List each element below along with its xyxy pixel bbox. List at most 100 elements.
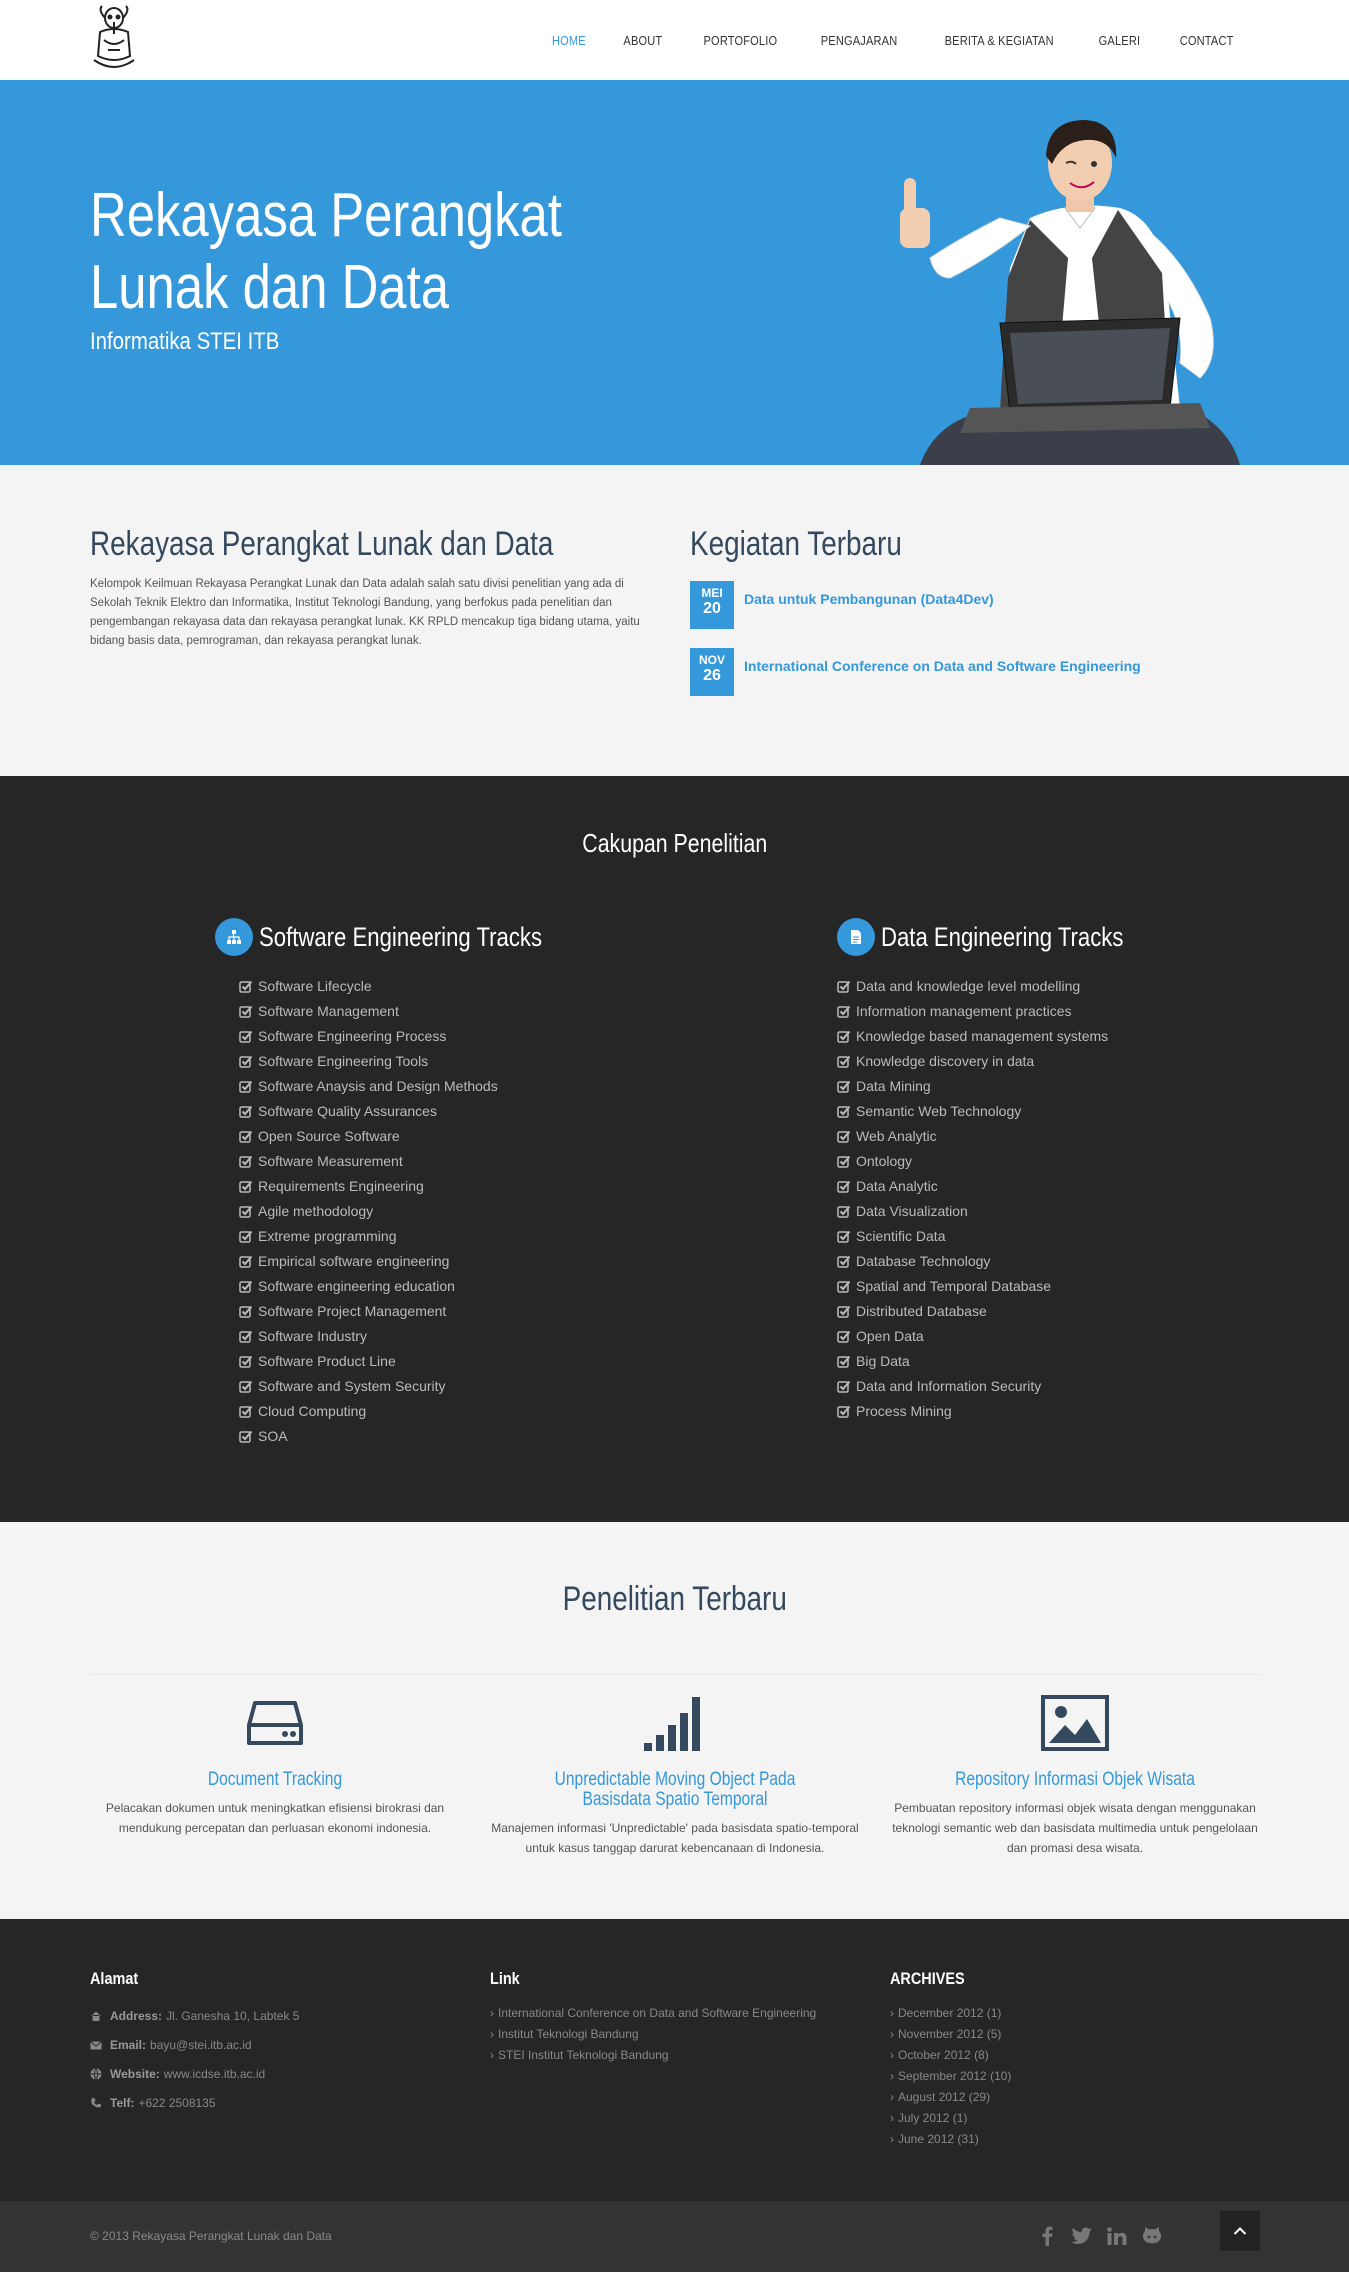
news-item[interactable]: NOV 26 International Conference on Data … bbox=[690, 648, 1141, 696]
check-square-icon bbox=[837, 1230, 851, 1243]
archive-count: (8) bbox=[974, 2048, 989, 2062]
archive-count: (1) bbox=[986, 2006, 1002, 2020]
track-item: Data and knowledge level modelling bbox=[837, 974, 1177, 999]
track-item: Software engineering education bbox=[239, 1274, 604, 1299]
check-square-icon bbox=[837, 1180, 851, 1193]
check-square-icon bbox=[837, 1280, 851, 1293]
nav-pengajaran[interactable]: PENGAJARAN bbox=[821, 33, 898, 48]
website-value[interactable]: www.icdse.itb.ac.id bbox=[164, 2067, 265, 2081]
nav-galeri[interactable]: GALERI bbox=[1099, 33, 1141, 48]
nav-home[interactable]: HOME bbox=[552, 33, 586, 48]
scroll-to-top-button[interactable] bbox=[1220, 2211, 1260, 2251]
date-badge: MEI 20 bbox=[690, 581, 734, 629]
check-square-icon bbox=[837, 1155, 851, 1168]
archive-label: December 2012 bbox=[898, 2006, 984, 2020]
copyright-text: © 2013 Rekayasa Perangkat Lunak dan Data bbox=[90, 2229, 332, 2243]
archive-link[interactable]: September 2012 (10) bbox=[890, 2066, 1250, 2087]
archive-label: July 2012 bbox=[898, 2111, 950, 2125]
archive-count: (5) bbox=[986, 2027, 1002, 2041]
address-label: Address: bbox=[110, 2008, 163, 2023]
track-item-label: Data Visualization bbox=[856, 1203, 968, 1219]
latest-item-title[interactable]: Document Tracking bbox=[123, 1770, 426, 1790]
archive-label: October 2012 bbox=[898, 2048, 971, 2062]
github-icon[interactable] bbox=[1141, 2225, 1163, 2247]
track-item: Database Technology bbox=[837, 1249, 1177, 1274]
email-row: Email: bayu@stei.itb.ac.id bbox=[90, 2036, 450, 2053]
date-day: 20 bbox=[703, 600, 721, 617]
track-item-label: Scientific Data bbox=[856, 1228, 946, 1244]
footer-link-item[interactable]: STEI Institut Teknologi Bandung bbox=[490, 2045, 850, 2066]
hdd-icon bbox=[90, 1694, 460, 1752]
hero-person-image bbox=[900, 120, 1240, 465]
track-item-label: Knowledge based management systems bbox=[856, 1028, 1109, 1044]
data-tracks-list: Data and knowledge level modelling Inform… bbox=[837, 974, 1177, 1424]
nav-about[interactable]: ABOUT bbox=[623, 33, 662, 48]
news-link[interactable]: International Conference on Data and Sof… bbox=[744, 658, 1141, 674]
track-item: Big Data bbox=[837, 1349, 1177, 1374]
track-item-label: Data and knowledge level modelling bbox=[856, 978, 1081, 994]
linkedin-icon[interactable] bbox=[1106, 2225, 1128, 2247]
data-tracks: Data Engineering Tracks Data and knowled… bbox=[837, 918, 1177, 1424]
nav-contact[interactable]: CONTACT bbox=[1179, 33, 1233, 48]
check-square-icon bbox=[239, 1405, 253, 1418]
archive-link[interactable]: August 2012 (29) bbox=[890, 2087, 1250, 2108]
news-title: Kegiatan Terbaru bbox=[690, 525, 902, 563]
track-item-label: Open Source Software bbox=[258, 1128, 400, 1144]
signal-icon bbox=[490, 1694, 860, 1752]
track-item: Data Analytic bbox=[837, 1174, 1177, 1199]
archive-link[interactable]: July 2012 (1) bbox=[890, 2108, 1250, 2129]
latest-item-title[interactable]: Repository Informasi Objek Wisata bbox=[923, 1770, 1226, 1790]
archive-link[interactable]: October 2012 (8) bbox=[890, 2045, 1250, 2066]
news-item[interactable]: MEI 20 Data untuk Pembangunan (Data4Dev) bbox=[690, 581, 994, 629]
check-square-icon bbox=[239, 1080, 253, 1093]
track-item: Software Quality Assurances bbox=[239, 1099, 604, 1124]
footer-link-item[interactable]: International Conference on Data and Sof… bbox=[490, 2003, 850, 2024]
social-links bbox=[1036, 2225, 1176, 2247]
address-row: Address: Jl. Ganesha 10, Labtek 5 bbox=[90, 2007, 450, 2024]
date-badge: NOV 26 bbox=[690, 648, 734, 696]
track-item-label: Software engineering education bbox=[258, 1278, 455, 1294]
latest-title: Penelitian Terbaru bbox=[0, 1580, 1349, 1619]
main-nav: HOME ABOUT PORTOFOLIO PENGAJARAN BERITA … bbox=[518, 0, 1238, 80]
facebook-icon[interactable] bbox=[1036, 2225, 1058, 2247]
track-item-label: SOA bbox=[258, 1428, 288, 1444]
track-item-label: Semantic Web Technology bbox=[856, 1103, 1022, 1119]
track-item: Extreme programming bbox=[239, 1224, 604, 1249]
nav-berita-kegiatan[interactable]: BERITA & KEGIATAN bbox=[945, 33, 1054, 48]
check-square-icon bbox=[239, 1005, 253, 1018]
footer-link: Link International Conference on Data an… bbox=[490, 1969, 850, 2066]
track-item: Software Management bbox=[239, 999, 604, 1024]
track-item-label: Database Technology bbox=[856, 1253, 991, 1269]
check-square-icon bbox=[239, 1155, 253, 1168]
archive-link[interactable]: June 2012 (31) bbox=[890, 2129, 1250, 2150]
track-item-label: Information management practices bbox=[856, 1003, 1072, 1019]
track-item-label: Software Management bbox=[258, 1003, 399, 1019]
itb-logo[interactable] bbox=[90, 4, 138, 76]
track-item: Agile methodology bbox=[239, 1199, 604, 1224]
email-value[interactable]: bayu@stei.itb.ac.id bbox=[150, 2038, 252, 2052]
track-item-label: Software Lifecycle bbox=[258, 978, 372, 994]
archive-link[interactable]: December 2012 (1) bbox=[890, 2003, 1250, 2024]
track-item-label: Open Data bbox=[856, 1328, 924, 1344]
check-square-icon bbox=[239, 1105, 253, 1118]
about-title: Rekayasa Perangkat Lunak dan Data bbox=[90, 525, 554, 563]
track-item-label: Agile methodology bbox=[258, 1203, 374, 1219]
footer-link-item[interactable]: Institut Teknologi Bandung bbox=[490, 2024, 850, 2045]
software-tracks-list: Software Lifecycle Software Management Sof… bbox=[239, 974, 604, 1449]
track-item: Software Measurement bbox=[239, 1149, 604, 1174]
track-item: Knowledge based management systems bbox=[837, 1024, 1177, 1049]
check-square-icon bbox=[239, 1205, 253, 1218]
archive-link[interactable]: November 2012 (5) bbox=[890, 2024, 1250, 2045]
nav-portofolio[interactable]: PORTOFOLIO bbox=[703, 33, 777, 48]
news-link[interactable]: Data untuk Pembangunan (Data4Dev) bbox=[744, 591, 994, 607]
globe-icon bbox=[90, 2067, 102, 2080]
track-item-label: Empirical software engineering bbox=[258, 1253, 450, 1269]
track-item: Software and System Security bbox=[239, 1374, 604, 1399]
footer-archives-title: ARCHIVES bbox=[890, 1969, 965, 1988]
envelope-icon bbox=[90, 2040, 102, 2049]
track-item: Open Data bbox=[837, 1324, 1177, 1349]
latest-item-title[interactable]: Unpredictable Moving Object Pada Basisda… bbox=[523, 1770, 826, 1810]
check-square-icon bbox=[837, 1205, 851, 1218]
twitter-icon[interactable] bbox=[1071, 2225, 1093, 2247]
about-text: Kelompok Keilmuan Rekayasa Perangkat Lun… bbox=[90, 578, 640, 647]
